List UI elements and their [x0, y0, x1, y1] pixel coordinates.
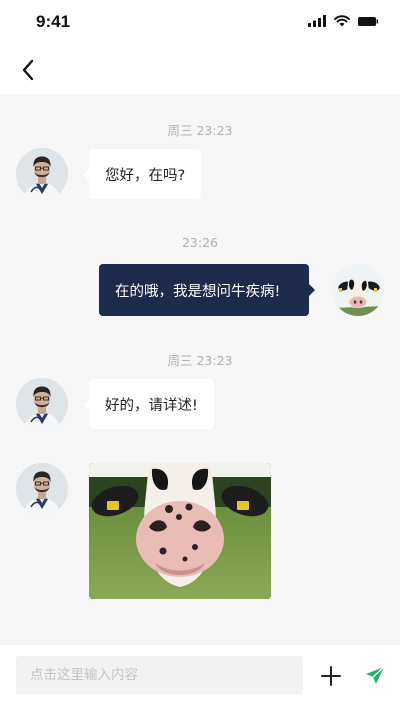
- nav-bar: [0, 46, 400, 94]
- cow-avatar-image: [332, 264, 384, 316]
- status-time: 9:41: [36, 12, 71, 31]
- cow-nose-photo: [89, 463, 271, 599]
- image-message[interactable]: [89, 463, 271, 599]
- user-avatar[interactable]: [332, 264, 384, 316]
- plus-icon: [321, 666, 341, 686]
- wifi-icon: [334, 15, 350, 27]
- doctor-avatar-image: [16, 463, 68, 515]
- message-bubble-incoming[interactable]: 好的，请详述!: [83, 379, 214, 429]
- battery-icon: [358, 17, 378, 26]
- message-bubble-outgoing[interactable]: 在的哦，我是想问牛疾病!: [99, 264, 315, 316]
- add-attachment-button[interactable]: [318, 663, 344, 689]
- message-text: 好的，请详述!: [105, 397, 198, 414]
- message-timestamp: 周三 23:23: [167, 353, 233, 368]
- status-bar: 9:41: [0, 0, 400, 46]
- message-timestamp: 23:26: [181, 235, 219, 250]
- doctor-avatar[interactable]: [16, 378, 68, 430]
- message-text: 在的哦，我是想问牛疾病!: [115, 283, 281, 300]
- message-bubble-incoming[interactable]: 您好，在吗?: [82, 149, 202, 199]
- chevron-left-icon: [22, 59, 34, 81]
- cellular-signal-icon: [308, 15, 326, 27]
- doctor-avatar-image: [16, 148, 68, 200]
- message-text: 您好，在吗?: [105, 167, 186, 184]
- send-button[interactable]: [362, 663, 388, 689]
- back-button[interactable]: [14, 56, 42, 84]
- input-bar: [0, 645, 400, 711]
- doctor-avatar[interactable]: [16, 463, 68, 515]
- send-icon: [366, 666, 385, 684]
- doctor-avatar[interactable]: [16, 148, 68, 200]
- message-timestamp: 周三 23:23: [167, 123, 233, 138]
- status-icons: [308, 15, 378, 27]
- doctor-avatar-image: [16, 378, 68, 430]
- message-input[interactable]: [16, 656, 303, 694]
